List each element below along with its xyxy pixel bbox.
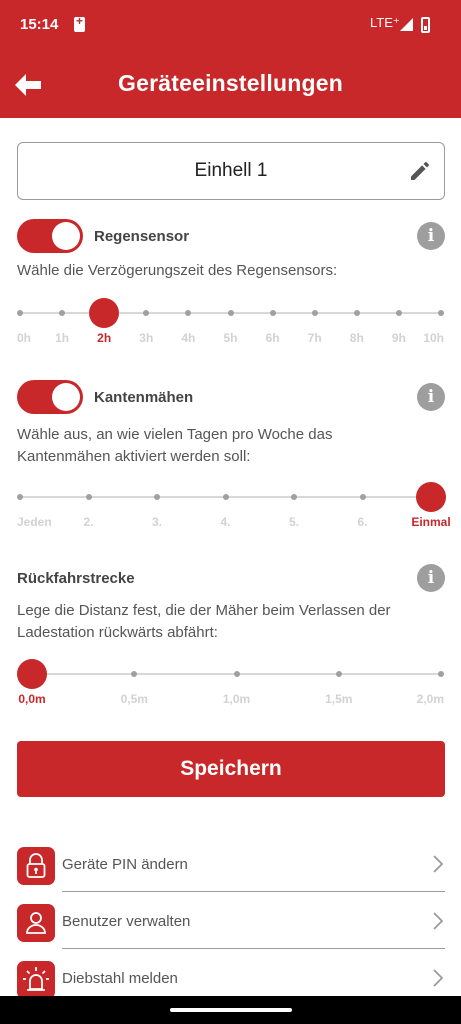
slider-tick-label: 3. bbox=[151, 515, 162, 529]
slider-tick-label: Einmal bbox=[411, 515, 451, 529]
device-name-value: Einhell 1 bbox=[194, 160, 268, 181]
edge-cut-toggle[interactable] bbox=[17, 380, 83, 414]
slider-tick-label: 0,5m bbox=[120, 692, 148, 706]
slider-step-dot[interactable] bbox=[185, 310, 192, 316]
sim-icon bbox=[74, 14, 85, 32]
chevron-right-icon bbox=[433, 912, 443, 930]
save-button[interactable]: Speichern bbox=[17, 741, 445, 797]
slider-step-dot[interactable] bbox=[335, 671, 342, 677]
slider-step-dot[interactable] bbox=[222, 494, 229, 500]
slider-step-dot[interactable] bbox=[395, 310, 402, 316]
page-title: Geräteeinstellungen bbox=[118, 70, 343, 96]
user-icon bbox=[17, 904, 55, 942]
home-indicator[interactable] bbox=[170, 1008, 292, 1012]
rain-delay-slider[interactable]: 0h 1h 2h 3h 4h 5h 6h 7h 8h 9h 10h bbox=[0, 296, 461, 356]
pencil-icon[interactable] bbox=[408, 159, 432, 183]
slider-tick-label: 4. bbox=[220, 515, 231, 529]
slider-thumb[interactable] bbox=[416, 482, 446, 512]
reverse-distance-slider[interactable]: 0,0m 0,5m 1,0m 1,5m 2,0m bbox=[0, 657, 461, 717]
edge-cut-slider[interactable]: Jeden 2. 3. 4. 5. 6. Einmal bbox=[0, 480, 461, 540]
menu-item-change-pin[interactable]: Geräte PIN ändern bbox=[17, 842, 447, 892]
rain-sensor-title: Regensensor bbox=[94, 228, 190, 245]
edge-cut-title: Kantenmähen bbox=[94, 389, 194, 406]
network-type: LTE⁺ bbox=[370, 15, 400, 30]
rain-sensor-description: Wähle die Verzögerungszeit des Regensens… bbox=[17, 262, 338, 279]
slider-step-dot[interactable] bbox=[438, 310, 444, 316]
lock-icon bbox=[17, 847, 55, 885]
slider-step-dot[interactable] bbox=[353, 310, 360, 316]
device-name-field[interactable]: Einhell 1 bbox=[17, 142, 445, 200]
reverse-distance-description-line1: Lege die Distanz fest, die der Mäher bei… bbox=[17, 602, 391, 619]
slider-step-dot[interactable] bbox=[359, 494, 366, 500]
info-icon[interactable]: i bbox=[417, 564, 445, 592]
chevron-right-icon bbox=[433, 969, 443, 987]
slider-step-dot[interactable] bbox=[143, 310, 150, 316]
slider-track[interactable] bbox=[19, 496, 441, 498]
info-icon[interactable]: i bbox=[417, 383, 445, 411]
slider-step-dot[interactable] bbox=[291, 494, 297, 500]
toggle-knob bbox=[52, 383, 80, 411]
slider-step-dot[interactable] bbox=[17, 494, 23, 500]
slider-thumb[interactable] bbox=[89, 298, 120, 328]
slider-step-dot[interactable] bbox=[269, 310, 276, 316]
divider bbox=[62, 891, 445, 892]
slider-tick-label: 2. bbox=[83, 515, 94, 529]
slider-tick-label: 2,0m bbox=[416, 692, 444, 706]
rain-sensor-toggle[interactable] bbox=[17, 219, 83, 253]
battery-low-icon bbox=[421, 17, 430, 33]
slider-step-dot[interactable] bbox=[311, 310, 318, 316]
system-navigation-bar bbox=[0, 996, 461, 1024]
menu-item-label: Diebstahl melden bbox=[62, 970, 178, 987]
menu-item-manage-users[interactable]: Benutzer verwalten bbox=[17, 899, 447, 949]
slider-step-dot[interactable] bbox=[154, 494, 160, 500]
alarm-light-icon bbox=[17, 961, 55, 999]
divider bbox=[62, 948, 445, 949]
edge-cut-description-line2: Kantenmähen aktiviert werden soll: bbox=[17, 448, 251, 465]
slider-tick-label: 1,0m bbox=[222, 692, 251, 706]
app-bar: Geräteeinstellungen bbox=[0, 52, 461, 118]
status-time: 15:14 bbox=[20, 16, 59, 33]
slider-track[interactable] bbox=[19, 673, 441, 675]
slider-step-dot[interactable] bbox=[233, 671, 240, 677]
slider-step-dot[interactable] bbox=[17, 310, 23, 316]
menu-item-label: Benutzer verwalten bbox=[62, 913, 191, 930]
signal-icon bbox=[400, 18, 413, 31]
reverse-distance-description-line2: Ladestation rückwärts abfährt: bbox=[17, 624, 218, 641]
slider-step-dot[interactable] bbox=[227, 310, 234, 316]
slider-step-dot[interactable] bbox=[59, 310, 66, 316]
slider-thumb[interactable] bbox=[17, 659, 47, 689]
chevron-right-icon bbox=[433, 855, 443, 873]
menu-item-label: Geräte PIN ändern bbox=[62, 856, 188, 873]
slider-tick-label: 6. bbox=[357, 515, 368, 529]
slider-tick-label: 10h bbox=[423, 331, 444, 345]
slider-step-dot[interactable] bbox=[438, 671, 444, 677]
slider-tick-label: 0,0m bbox=[18, 692, 46, 706]
slider-tick-label: 5. bbox=[288, 515, 299, 529]
slider-tick-label: 1,5m bbox=[325, 692, 353, 706]
slider-step-dot[interactable] bbox=[85, 494, 92, 500]
info-icon[interactable]: i bbox=[417, 222, 445, 250]
reverse-distance-title: Rückfahrstrecke bbox=[17, 570, 135, 587]
toggle-knob bbox=[52, 222, 80, 250]
status-bar: 15:14 LTE⁺ bbox=[0, 0, 461, 52]
edge-cut-description-line1: Wähle aus, an wie vielen Tagen pro Woche… bbox=[17, 426, 333, 443]
slider-step-dot[interactable] bbox=[131, 671, 138, 677]
